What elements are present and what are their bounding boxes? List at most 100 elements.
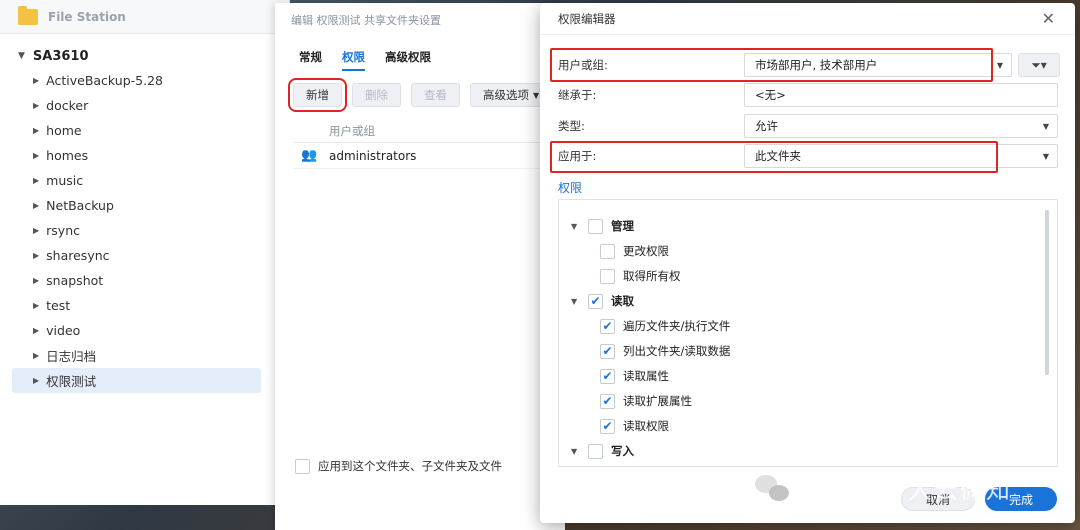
caret-down-icon[interactable]: ▼ xyxy=(571,222,579,231)
add-button[interactable]: 新增 xyxy=(288,78,347,112)
users-icon: 👥 xyxy=(301,148,318,163)
table-row[interactable]: 👥 administrators xyxy=(293,143,565,169)
permission-editor-dialog: 权限编辑器 ✕ 用户或组: 市场部用户, 技术部用户 ▼ ⏷▾ 继承于: <无>… xyxy=(540,3,1075,523)
tree-item[interactable]: ▶ NetBackup xyxy=(12,193,261,218)
edit-dialog-title: 编辑 权限测试 共享文件夹设置 xyxy=(291,14,441,27)
tree-item-label: NetBackup xyxy=(46,198,114,213)
tree-item[interactable]: ▶ snapshot xyxy=(12,268,261,293)
caret-down-icon[interactable]: ▼ xyxy=(571,447,579,456)
perm-item[interactable]: 取得所有权 xyxy=(600,266,681,286)
checkbox-checked[interactable]: ✔ xyxy=(600,418,615,434)
permission-editor-titlebar: 权限编辑器 ✕ xyxy=(540,3,1075,35)
watermark-text: 公众号 · 大云微知 xyxy=(801,476,1012,504)
caret-right-icon[interactable]: ▶ xyxy=(33,151,39,160)
filter-button[interactable]: ⏷▾ xyxy=(1018,53,1060,77)
caret-right-icon[interactable]: ▶ xyxy=(33,376,39,385)
tree-item[interactable]: ▶ video xyxy=(12,318,261,343)
tree-item[interactable]: ▶ sharesync xyxy=(12,243,261,268)
caret-right-icon[interactable]: ▶ xyxy=(33,351,39,360)
tree-item-label: test xyxy=(46,298,71,313)
folder-icon xyxy=(18,5,38,25)
perm-item[interactable]: ✔ 遍历文件夹/执行文件 xyxy=(600,316,730,336)
caret-right-icon[interactable]: ▶ xyxy=(33,301,39,310)
perm-item-label: 列出文件夹/读取数据 xyxy=(623,344,731,358)
apply-to-subfolders-row[interactable]: 应用到这个文件夹、子文件夹及文件 xyxy=(295,458,502,474)
tree-item-label: ActiveBackup-5.28 xyxy=(46,73,163,88)
chevron-down-icon[interactable]: ▼ xyxy=(997,61,1003,70)
checkbox[interactable] xyxy=(588,443,603,459)
tree-item-label: home xyxy=(46,123,82,138)
caret-right-icon[interactable]: ▶ xyxy=(33,326,39,335)
perm-item[interactable]: ✔ 读取扩展属性 xyxy=(600,391,692,411)
checkbox-checked[interactable]: ✔ xyxy=(588,293,603,309)
caret-down-icon[interactable]: ▼ xyxy=(18,51,25,61)
perm-group-write[interactable]: ▼ 写入 xyxy=(571,441,634,461)
inherit-row: 继承于: <无> xyxy=(558,83,1058,107)
caret-down-icon[interactable]: ▼ xyxy=(571,297,579,306)
perm-group-label: 写入 xyxy=(611,444,634,458)
perm-group-read[interactable]: ▼ ✔ 读取 xyxy=(571,291,634,311)
checkbox-checked[interactable]: ✔ xyxy=(600,393,615,409)
perm-item[interactable]: ✔ 读取权限 xyxy=(600,416,669,436)
tree-item[interactable]: ▶ music xyxy=(12,168,261,193)
folder-tree: ▼ SA3610 ▶ ActiveBackup-5.28 ▶ docker ▶ hom… xyxy=(0,34,289,393)
permission-tree: ▼ 管理 更改权限 取得所有权 ▼ ✔ 读取 ✔ 遍历文件夹/执行文件 ✔ 列出… xyxy=(558,199,1058,467)
caret-right-icon[interactable]: ▶ xyxy=(33,76,39,85)
tree-item-label: 日志归档 xyxy=(46,349,97,364)
caret-right-icon[interactable]: ▶ xyxy=(33,201,39,210)
checkbox[interactable] xyxy=(600,243,615,259)
tree-root-node[interactable]: ▼ SA3610 xyxy=(0,44,289,68)
caret-right-icon[interactable]: ▶ xyxy=(33,126,39,135)
chevron-down-icon[interactable]: ▼ xyxy=(1043,152,1049,161)
type-value: 允许 xyxy=(755,119,778,133)
tree-item[interactable]: ▶ homes xyxy=(12,143,261,168)
tree-item[interactable]: ▶ test xyxy=(12,293,261,318)
perm-item-label: 取得所有权 xyxy=(623,269,681,283)
caret-down-icon: ▼ xyxy=(533,90,540,100)
tree-item[interactable]: ▶ 日志归档 xyxy=(12,343,261,368)
checkbox-checked[interactable]: ✔ xyxy=(600,368,615,384)
view-button[interactable]: 查看 xyxy=(411,83,460,107)
caret-right-icon[interactable]: ▶ xyxy=(33,251,39,260)
checkbox-checked[interactable]: ✔ xyxy=(600,343,615,359)
tree-item[interactable]: ▶ rsync xyxy=(12,218,261,243)
perm-item[interactable]: 更改权限 xyxy=(600,241,669,261)
delete-button[interactable]: 删除 xyxy=(352,83,401,107)
tree-item-label: 权限测试 xyxy=(46,374,97,389)
filter-icon: ⏷▾ xyxy=(1031,57,1047,72)
caret-right-icon[interactable]: ▶ xyxy=(33,276,39,285)
tab-permissions[interactable]: 权限 xyxy=(342,49,365,71)
file-station-window: File Station ▼ SA3610 ▶ ActiveBackup-5.28… xyxy=(0,0,290,505)
tree-item[interactable]: ▶ docker xyxy=(12,93,261,118)
advanced-options-label: 高级选项 xyxy=(483,88,529,102)
type-select[interactable]: 允许 ▼ xyxy=(744,114,1058,138)
perm-item[interactable]: ✔ 列出文件夹/读取数据 xyxy=(600,341,730,361)
perm-item-label: 读取属性 xyxy=(623,369,669,383)
caret-right-icon[interactable]: ▶ xyxy=(33,176,39,185)
close-icon[interactable]: ✕ xyxy=(1042,9,1055,28)
checkbox[interactable] xyxy=(588,218,603,234)
checkbox[interactable] xyxy=(600,268,615,284)
perm-item-label: 读取权限 xyxy=(623,419,669,433)
perm-group-label: 管理 xyxy=(611,219,634,233)
tree-item[interactable]: ▶ ActiveBackup-5.28 xyxy=(12,68,261,93)
highlight-box-user xyxy=(550,48,993,82)
tab-advanced-permissions[interactable]: 高级权限 xyxy=(385,49,431,71)
caret-right-icon[interactable]: ▶ xyxy=(33,101,39,110)
tree-item-label: rsync xyxy=(46,223,81,238)
chevron-down-icon[interactable]: ▼ xyxy=(1043,122,1049,131)
tree-item-selected[interactable]: ▶ 权限测试 xyxy=(12,368,261,393)
tree-item-label: sharesync xyxy=(46,248,110,263)
perm-group-manage[interactable]: ▼ 管理 xyxy=(571,216,634,236)
checkbox-checked[interactable]: ✔ xyxy=(600,318,615,334)
tree-item[interactable]: ▶ home xyxy=(12,118,261,143)
scrollbar[interactable] xyxy=(1045,210,1049,375)
permission-toolbar: 新增 删除 查看 高级选项 ▼ xyxy=(275,78,565,112)
inherit-field: <无> xyxy=(744,83,1058,107)
apply-label: 应用到这个文件夹、子文件夹及文件 xyxy=(318,459,502,473)
caret-right-icon[interactable]: ▶ xyxy=(33,226,39,235)
tab-general[interactable]: 常规 xyxy=(299,49,322,71)
dialog-title: 权限编辑器 xyxy=(558,11,616,26)
perm-item[interactable]: ✔ 读取属性 xyxy=(600,366,669,386)
apply-checkbox[interactable] xyxy=(295,458,310,474)
